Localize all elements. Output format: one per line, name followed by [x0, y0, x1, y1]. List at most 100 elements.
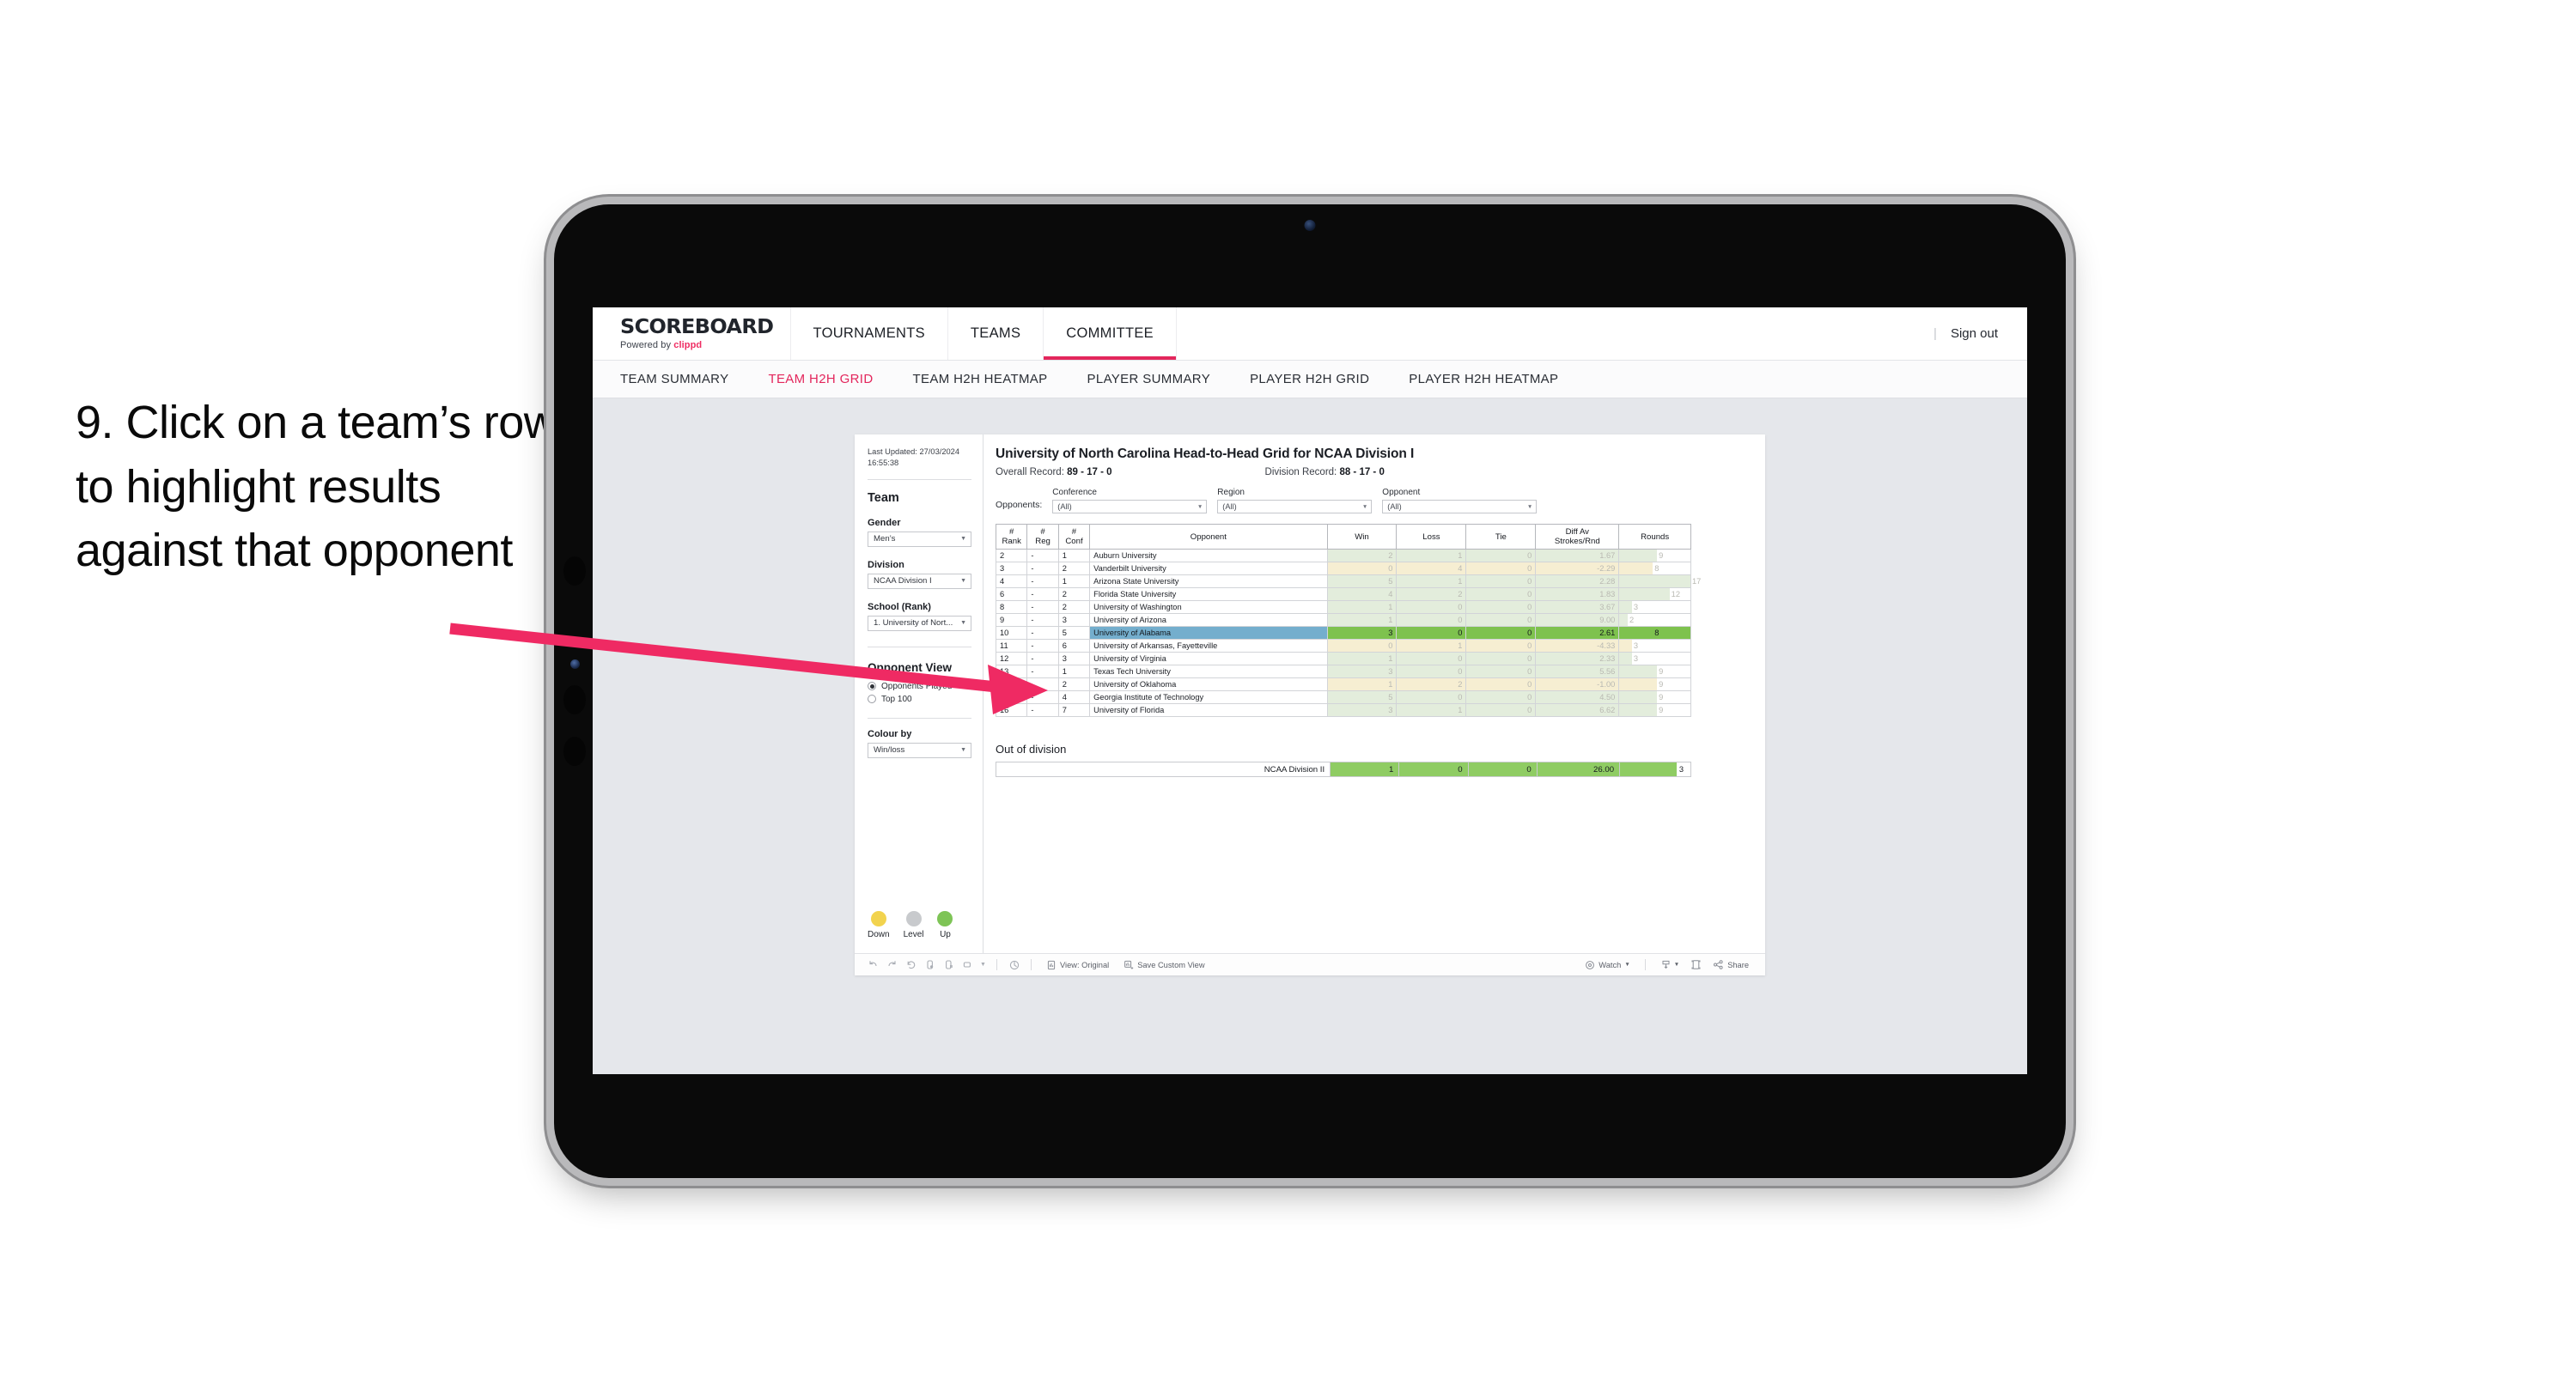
pause-auto-update-icon[interactable] — [1006, 957, 1022, 973]
subnav-team-summary[interactable]: TEAM SUMMARY — [620, 372, 728, 386]
sheet-body: Last Updated: 27/03/2024 16:55:38 Team G… — [855, 434, 1765, 953]
download-button[interactable]: ▼ — [1654, 959, 1685, 970]
colour-by-select[interactable]: Win/loss ▼ — [868, 742, 971, 758]
subnav-team-h2h-grid[interactable]: TEAM H2H GRID — [768, 372, 873, 386]
subnav-team-h2h-heatmap[interactable]: TEAM H2H HEATMAP — [913, 372, 1048, 386]
chevron-down-icon[interactable]: ▼ — [978, 957, 988, 973]
subnav-player-h2h-grid[interactable]: PLAYER H2H GRID — [1250, 372, 1369, 386]
sign-out-link[interactable]: Sign out — [1951, 326, 1998, 341]
table-row[interactable]: 8-2 University of Washington 1 0 0 3.67 3 — [995, 600, 1691, 615]
cell-conference: 2 — [1057, 600, 1091, 615]
app-logo[interactable]: SCOREBOARD Powered by clippd — [593, 307, 791, 360]
radio-top-100[interactable]: Top 100 — [868, 695, 971, 704]
region-filter: Region (All) ▼ — [1217, 488, 1373, 513]
redo-icon[interactable] — [884, 957, 900, 973]
grid-column-header[interactable]: Diff Av Strokes/Rnd — [1535, 523, 1620, 550]
grid-header-row: # Rank # Reg # Conf Opponent Win Loss Tie Diff Av S… — [995, 523, 1691, 550]
undo-icon[interactable] — [865, 957, 881, 973]
cell-diff: 1.83 — [1535, 587, 1620, 602]
rounds-value: 9 — [1659, 693, 1664, 702]
colour-by-label: Colour by — [868, 728, 912, 739]
region-filter-select[interactable]: (All) ▼ — [1217, 500, 1373, 513]
opponents-filter-label: Opponents: — [996, 500, 1043, 510]
colour-by-value: Win/loss — [874, 745, 905, 756]
subnav-player-summary[interactable]: PLAYER SUMMARY — [1087, 372, 1211, 386]
cell-opponent: University of Arkansas, Fayetteville — [1089, 639, 1328, 653]
table-row[interactable]: 16-7 University of Florida 3 1 0 6.62 9 — [995, 703, 1691, 718]
cell-rank: 14 — [995, 677, 1028, 692]
pause-updates-icon[interactable] — [941, 957, 957, 973]
table-row[interactable]: 9-3 University of Arizona 1 0 0 9.00 2 — [995, 613, 1691, 628]
cell-win: 5 — [1326, 574, 1398, 589]
cell-rank: 8 — [995, 600, 1028, 615]
school-select[interactable]: 1. University of Nort... ▼ — [868, 615, 971, 631]
nav-tab-teams[interactable]: TEAMS — [948, 307, 1044, 360]
rounds-value: 17 — [1692, 577, 1702, 586]
grid-column-header[interactable]: Tie — [1465, 523, 1537, 550]
gender-label: Gender — [868, 517, 901, 528]
table-row[interactable]: 6-2 Florida State University 4 2 0 1.83 12 — [995, 587, 1691, 602]
cell-loss: 0 — [1396, 613, 1467, 628]
ood-rounds: 3 — [1619, 762, 1691, 778]
grid-column-header[interactable]: Loss — [1396, 523, 1467, 550]
division-select[interactable]: NCAA Division I ▼ — [868, 573, 971, 589]
table-row[interactable]: 13-1 Texas Tech University 3 0 0 5.56 9 — [995, 665, 1691, 679]
cell-rank: 13 — [995, 665, 1028, 679]
cell-opponent: University of Virginia — [1089, 652, 1328, 666]
grid-column-header[interactable]: Opponent — [1089, 523, 1328, 550]
device-preview-icon[interactable] — [1688, 957, 1704, 973]
sheet-toolbar: ▼ View: Original Save Custom View Watch … — [855, 953, 1765, 975]
cell-diff: 2.28 — [1535, 574, 1620, 589]
cell-opponent: Texas Tech University — [1089, 665, 1328, 679]
opponent-filter-select[interactable]: (All) ▼ — [1382, 500, 1538, 513]
opponent-filter: Opponent (All) ▼ — [1382, 488, 1538, 513]
table-row[interactable]: 12-3 University of Virginia 1 0 0 2.33 3 — [995, 652, 1691, 666]
gender-select[interactable]: Men’s ▼ — [868, 531, 971, 547]
primary-nav: TOURNAMENTS TEAMS COMMITTEE — [791, 307, 1177, 360]
table-row[interactable]: 15-4 Georgia Institute of Technology 5 0 0 4.… — [995, 690, 1691, 705]
grid-column-header[interactable]: # Conf — [1057, 523, 1091, 550]
subnav-player-h2h-heatmap[interactable]: PLAYER H2H HEATMAP — [1409, 372, 1558, 386]
refresh-data-icon[interactable] — [922, 957, 938, 973]
rounds-value: 12 — [1671, 590, 1681, 599]
share-button[interactable]: Share — [1707, 959, 1755, 970]
out-of-division-row[interactable]: NCAA Division II 1 0 0 26.00 3 — [995, 762, 1691, 778]
cell-rank: 10 — [995, 626, 1028, 641]
tablet-device-frame: SCOREBOARD Powered by clippd TOURNAMENTS… — [554, 204, 2066, 1178]
bezel-speaker-hole — [563, 737, 586, 766]
cell-diff: 9.00 — [1535, 613, 1620, 628]
cell-diff: 3.67 — [1535, 600, 1620, 615]
nav-tab-committee[interactable]: COMMITTEE — [1044, 307, 1177, 360]
radio-opponents-played[interactable]: Opponents Played — [868, 682, 971, 691]
cell-opponent: University of Florida — [1089, 703, 1328, 718]
logo-subtitle: Powered by clippd — [620, 340, 768, 350]
rounds-value: 3 — [1633, 654, 1639, 664]
table-row[interactable]: 10-5 University of Alabama 3 0 0 2.61 8 — [995, 626, 1691, 641]
grid-column-header[interactable]: Win — [1326, 523, 1398, 550]
cell-conference: 2 — [1057, 587, 1091, 602]
revert-icon[interactable] — [903, 957, 919, 973]
grid-column-header[interactable]: # Rank — [995, 523, 1028, 550]
cell-tie: 0 — [1465, 587, 1537, 602]
table-row[interactable]: 2-1 Auburn University 2 1 0 1.67 9 — [995, 549, 1691, 563]
watch-button[interactable]: Watch ▼ — [1579, 960, 1635, 970]
chevron-down-icon: ▼ — [1526, 503, 1533, 510]
ood-loss: 0 — [1398, 762, 1469, 778]
layout-icon[interactable] — [959, 957, 976, 973]
conference-filter-select[interactable]: (All) ▼ — [1052, 500, 1208, 513]
table-row[interactable]: 14-2 University of Oklahoma 1 2 0 -1.00 9 — [995, 677, 1691, 692]
secondary-nav: TEAM SUMMARY TEAM H2H GRID TEAM H2H HEAT… — [593, 361, 2027, 398]
table-row[interactable]: 3-2 Vanderbilt University 0 4 0 -2.29 8 — [995, 562, 1691, 576]
view-original-button[interactable]: View: Original — [1040, 960, 1115, 970]
toolbar-divider — [1031, 959, 1032, 970]
nav-tab-tournaments[interactable]: TOURNAMENTS — [791, 307, 948, 360]
table-row[interactable]: 4-1 Arizona State University 5 1 0 2.28 17 — [995, 574, 1701, 589]
dashboard-sheet: Last Updated: 27/03/2024 16:55:38 Team G… — [855, 434, 1765, 975]
grid-column-header[interactable]: # Reg — [1026, 523, 1059, 550]
legend-dot-level — [905, 911, 922, 926]
grid-column-header[interactable]: Rounds — [1618, 523, 1691, 550]
cell-rounds: 8 — [1618, 626, 1691, 641]
ood-tie: 0 — [1467, 762, 1538, 778]
save-custom-view-button[interactable]: Save Custom View — [1117, 960, 1210, 970]
table-row[interactable]: 11-6 University of Arkansas, Fayetteville… — [995, 639, 1691, 653]
